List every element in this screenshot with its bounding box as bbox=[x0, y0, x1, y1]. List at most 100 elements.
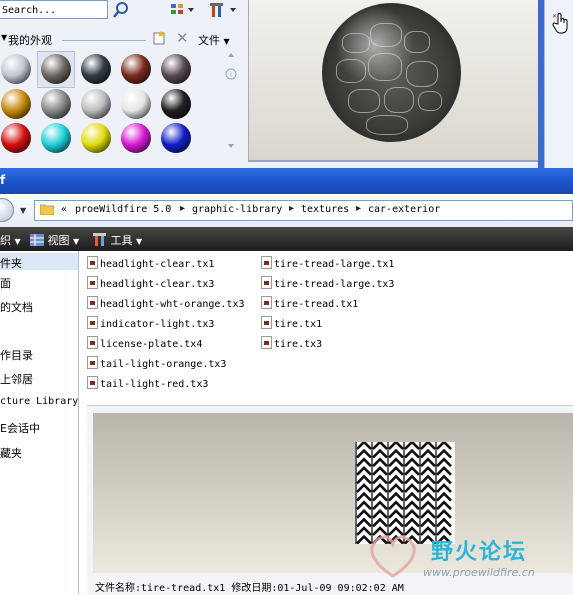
watermark-title: 野火论坛 bbox=[431, 540, 528, 565]
file-item[interactable]: tire-tread-large.tx1 bbox=[261, 256, 394, 270]
appearance-swatch[interactable] bbox=[81, 54, 111, 84]
texture-file-icon bbox=[261, 276, 272, 289]
tools-icon bbox=[93, 233, 106, 246]
dropdown-arrow-icon: ▼ bbox=[136, 237, 143, 246]
search-icon[interactable] bbox=[112, 1, 130, 19]
nav-item-network[interactable]: 上邻居 bbox=[0, 371, 33, 387]
tire-tread-texture bbox=[355, 442, 455, 544]
appearance-swatch[interactable] bbox=[41, 89, 71, 119]
swatch-scrollbar[interactable]: i bbox=[225, 52, 237, 152]
texture-file-icon bbox=[261, 316, 272, 329]
side-panel: ✕ bbox=[544, 0, 573, 168]
texture-file-icon bbox=[87, 336, 98, 349]
nav-item-my-documents[interactable]: 的文档 bbox=[0, 299, 33, 315]
file-item[interactable]: tire-tread-large.tx3 bbox=[261, 276, 394, 290]
stone-sphere-preview bbox=[322, 3, 461, 142]
new-appearance-icon[interactable] bbox=[152, 31, 166, 45]
appearance-swatch[interactable] bbox=[41, 123, 71, 153]
nav-item-texture-library[interactable]: cture Library bbox=[0, 396, 78, 407]
appearance-swatch[interactable] bbox=[81, 89, 111, 119]
nav-item-folders[interactable]: 件夹 bbox=[0, 255, 22, 271]
command-bar: 织 ▼ 视图 ▼ 工具 ▼ bbox=[0, 227, 573, 251]
library-label: 我的外观 bbox=[8, 34, 52, 47]
view-menu[interactable]: 视图 ▼ bbox=[30, 232, 79, 248]
delete-icon[interactable]: ✕ bbox=[176, 31, 189, 46]
appearance-swatch[interactable] bbox=[161, 54, 191, 84]
texture-file-icon bbox=[87, 376, 98, 389]
file-name: tire-tread.tx1 bbox=[274, 299, 359, 310]
breadcrumb-overflow[interactable]: « bbox=[61, 204, 67, 215]
file-name: headlight-wht-orange.tx3 bbox=[100, 299, 245, 310]
texture-file-icon bbox=[87, 256, 98, 269]
appearance-preview bbox=[248, 0, 538, 162]
file-name: indicator-light.tx3 bbox=[100, 319, 215, 330]
view-icon bbox=[30, 234, 44, 246]
nav-item-working-directory[interactable]: 作目录 bbox=[0, 347, 33, 363]
address-bar[interactable]: « proeWildfire 5.0 ▸ graphic-library ▸ t… bbox=[34, 200, 573, 221]
nav-item-desktop[interactable]: 面 bbox=[0, 275, 11, 291]
forum-logo bbox=[370, 535, 416, 578]
appearance-swatch[interactable] bbox=[1, 89, 31, 119]
file-name: tire.tx1 bbox=[274, 319, 323, 330]
collapse-chevron-icon[interactable]: ▼ bbox=[1, 33, 7, 42]
appearance-swatch[interactable] bbox=[161, 123, 191, 153]
appearance-swatch[interactable] bbox=[81, 123, 111, 153]
history-dropdown-icon[interactable]: ▼ bbox=[20, 206, 26, 215]
breadcrumb-graphic-library[interactable]: graphic-library bbox=[192, 204, 282, 215]
file-item[interactable]: tire-tread.tx1 bbox=[261, 296, 358, 310]
file-info-text: 文件名称:tire-tread.tx1 修改日期:01-Jul-09 09:02… bbox=[95, 583, 404, 594]
file-item[interactable]: tire.tx1 bbox=[261, 316, 322, 330]
appearance-swatch[interactable] bbox=[121, 89, 151, 119]
file-item[interactable]: license-plate.tx4 bbox=[87, 336, 202, 350]
breadcrumb-separator[interactable]: ▸ bbox=[180, 203, 185, 214]
appearance-swatch[interactable] bbox=[121, 54, 151, 84]
file-menu-button[interactable]: 文件 ▼ bbox=[198, 32, 230, 48]
texture-file-icon bbox=[87, 296, 98, 309]
file-item[interactable]: headlight-clear.tx1 bbox=[87, 256, 214, 270]
window-titlebar: f bbox=[0, 168, 573, 194]
nav-item-favorites[interactable]: 藏夹 bbox=[0, 445, 22, 461]
file-item[interactable]: tail-light-red.tx3 bbox=[87, 376, 208, 390]
watermark-url: www.proewildfire.cn bbox=[423, 566, 535, 579]
tools-menu[interactable]: 工具 ▼ bbox=[93, 232, 142, 248]
appearance-panel: Search... ▼ 我的外观 ✕ 文件 ▼ i ✕ bbox=[0, 0, 573, 168]
breadcrumb-textures[interactable]: textures bbox=[301, 204, 349, 215]
appearance-swatch[interactable] bbox=[121, 123, 151, 153]
breadcrumb-proewildfire[interactable]: proeWildfire 5.0 bbox=[75, 204, 171, 215]
texture-file-icon bbox=[87, 356, 98, 369]
file-name: tire-tread-large.tx1 bbox=[274, 259, 395, 270]
file-name: headlight-clear.tx1 bbox=[100, 259, 215, 270]
dropdown-arrow-icon: ▼ bbox=[73, 237, 80, 246]
texture-file-icon bbox=[261, 256, 272, 269]
tools-icon[interactable] bbox=[208, 1, 238, 19]
back-button[interactable] bbox=[0, 198, 14, 222]
svg-text:✕: ✕ bbox=[552, 13, 557, 20]
nav-item-in-session[interactable]: E会话中 bbox=[0, 420, 40, 436]
file-item[interactable]: indicator-light.tx3 bbox=[87, 316, 214, 330]
breadcrumb-car-exterior[interactable]: car-exterior bbox=[368, 204, 440, 215]
breadcrumb-separator[interactable]: ▸ bbox=[356, 203, 361, 214]
dropdown-arrow-icon: ▼ bbox=[14, 237, 21, 246]
file-name: tail-light-orange.tx3 bbox=[100, 359, 227, 370]
appearance-swatch[interactable] bbox=[1, 123, 31, 153]
search-input[interactable]: Search... bbox=[0, 0, 108, 19]
appearance-swatch[interactable] bbox=[161, 89, 191, 119]
texture-file-icon bbox=[87, 276, 98, 289]
breadcrumb-separator[interactable]: ▸ bbox=[289, 203, 294, 214]
file-item[interactable]: tire.tx3 bbox=[261, 336, 322, 350]
hand-cursor-icon[interactable]: ✕ bbox=[551, 12, 571, 34]
file-item[interactable]: headlight-clear.tx3 bbox=[87, 276, 214, 290]
dropdown-arrow-icon: ▼ bbox=[223, 37, 230, 46]
window-title: f bbox=[0, 173, 6, 187]
file-name: tail-light-red.tx3 bbox=[100, 379, 209, 390]
appearance-swatch[interactable] bbox=[1, 54, 31, 84]
view-grid-icon[interactable] bbox=[168, 1, 196, 19]
appearance-swatch[interactable] bbox=[41, 54, 71, 84]
texture-file-icon bbox=[261, 336, 272, 349]
svg-text:i: i bbox=[230, 71, 232, 79]
file-item[interactable]: tail-light-orange.tx3 bbox=[87, 356, 226, 370]
divider bbox=[62, 40, 146, 41]
file-item[interactable]: headlight-wht-orange.tx3 bbox=[87, 296, 245, 310]
organize-menu[interactable]: 织 ▼ bbox=[0, 232, 21, 248]
texture-file-icon bbox=[87, 316, 98, 329]
